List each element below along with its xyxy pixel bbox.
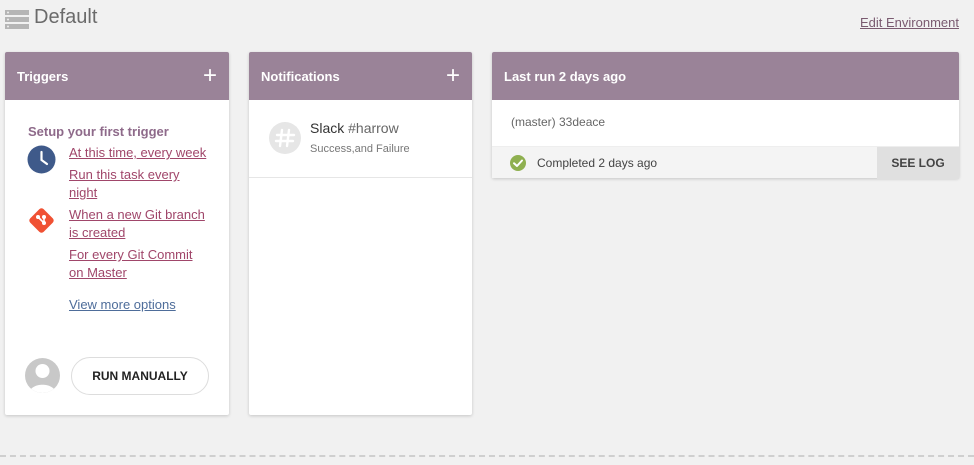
trigger-link-git-branch[interactable]: When a new Git branch xyxy=(69,206,205,224)
slack-icon xyxy=(269,122,301,154)
setup-trigger-heading: Setup your first trigger xyxy=(28,124,169,139)
edit-environment-link[interactable]: Edit Environment xyxy=(860,15,959,30)
last-run-header: Last run 2 days ago xyxy=(492,52,959,100)
trigger-link-git-commit[interactable]: For every Git Commit xyxy=(69,246,193,264)
run-status-row: Completed 2 days ago SEE LOG xyxy=(492,146,959,179)
triggers-card: Triggers + Setup your first trigger At t… xyxy=(5,52,229,415)
trigger-link-nightly-cont[interactable]: night xyxy=(69,184,97,202)
trigger-link-nightly[interactable]: Run this task every xyxy=(69,166,180,184)
last-run-title: Last run 2 days ago xyxy=(504,68,627,84)
run-manually-button[interactable]: RUN MANUALLY xyxy=(71,357,209,395)
add-notification-button[interactable]: + xyxy=(446,64,460,88)
server-stack-icon xyxy=(5,10,29,29)
notifications-card: Notifications + Slack #harrow Success,an… xyxy=(249,52,472,415)
git-icon xyxy=(29,208,54,233)
success-check-icon xyxy=(510,155,526,171)
clock-icon xyxy=(27,145,56,174)
notification-item[interactable]: Slack #harrow Success,and Failure xyxy=(249,100,472,178)
top-bar: Default Edit Environment xyxy=(0,0,974,40)
notification-service: Slack xyxy=(310,120,345,136)
see-log-button[interactable]: SEE LOG xyxy=(877,147,959,179)
notification-channel: #harrow xyxy=(348,120,399,136)
notification-title: Slack #harrow xyxy=(310,120,399,136)
trigger-link-git-commit-cont[interactable]: on Master xyxy=(69,264,127,282)
add-trigger-button[interactable]: + xyxy=(203,64,217,88)
notifications-header: Notifications + xyxy=(249,52,472,100)
view-more-options-link[interactable]: View more options xyxy=(69,297,176,312)
triggers-header: Triggers + xyxy=(5,52,229,100)
notifications-title: Notifications xyxy=(261,68,340,84)
last-run-card: Last run 2 days ago (master) 33deace Com… xyxy=(492,52,959,179)
run-commit: (master) 33deace xyxy=(511,115,606,129)
notification-events: Success,and Failure xyxy=(310,143,410,155)
user-avatar-icon xyxy=(25,358,60,393)
trigger-link-weekly[interactable]: At this time, every week xyxy=(69,144,206,162)
environment-title: Default xyxy=(34,6,98,28)
trigger-link-git-branch-cont[interactable]: is created xyxy=(69,224,125,242)
run-status-text: Completed 2 days ago xyxy=(537,156,658,170)
triggers-title: Triggers xyxy=(17,68,69,84)
section-divider xyxy=(0,455,974,457)
